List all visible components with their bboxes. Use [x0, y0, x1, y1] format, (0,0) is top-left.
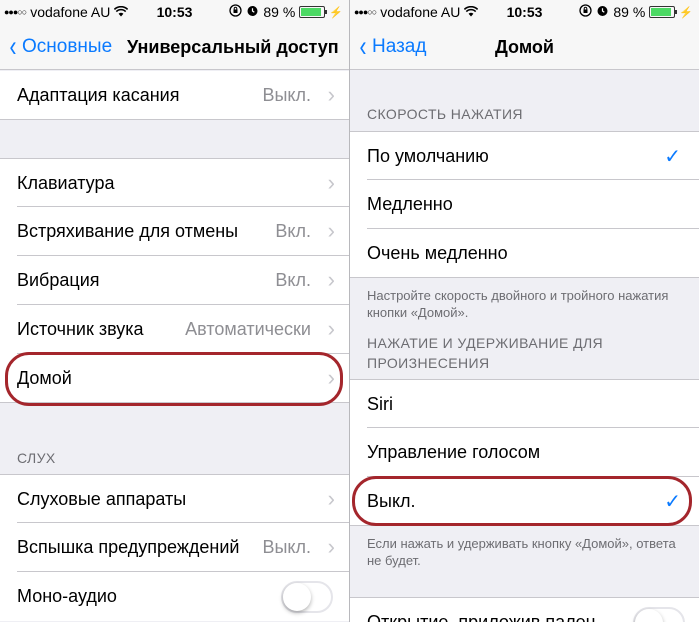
row-value: Вкл. [275, 221, 311, 241]
row-keyboard[interactable]: Клавиатура › [0, 158, 349, 207]
row-label: Открытие, приложив палец [367, 611, 596, 622]
option-label: Siri [367, 393, 393, 414]
row-value: Вкл. [275, 270, 311, 290]
row-mono-audio: Моно-аудио [0, 572, 349, 621]
row-label: Слуховые аппараты [17, 488, 187, 509]
chevron-right-icon: › [327, 82, 335, 107]
back-label: Основные [22, 36, 113, 57]
row-value: Выкл. [262, 537, 311, 557]
option-slow[interactable]: Медленно [350, 180, 699, 229]
row-value: Автоматически [185, 319, 311, 339]
option-label: Управление голосом [367, 442, 541, 462]
chevron-right-icon: › [327, 534, 335, 559]
chevron-left-icon: ‹ [9, 30, 17, 63]
chevron-right-icon: › [327, 218, 335, 243]
back-button[interactable]: ‹ Основные [8, 30, 113, 63]
row-label: Источник звука [17, 319, 144, 339]
option-default-speed[interactable]: По умолчанию ✓ [350, 131, 699, 180]
row-audio-source[interactable]: Источник звука Автоматически › [0, 305, 349, 354]
alarm-icon [246, 4, 259, 20]
option-label: Очень медленно [367, 242, 508, 263]
orientation-lock-icon [229, 4, 243, 20]
chevron-right-icon: › [327, 365, 335, 390]
row-home[interactable]: Домой › [0, 354, 349, 403]
option-slowest[interactable]: Очень медленно [350, 229, 699, 278]
row-touch-accommodations[interactable]: Адаптация касания Выкл. › [0, 71, 349, 120]
option-label: Выкл. [367, 490, 416, 511]
rest-finger-toggle[interactable] [633, 607, 685, 622]
charging-icon: ⚡ [329, 6, 343, 19]
nav-bar: ‹ Основные Универсальный доступ [0, 24, 349, 70]
chevron-right-icon: › [327, 170, 335, 195]
row-rest-finger: Открытие, приложив палец [350, 597, 699, 622]
option-label: Медленно [367, 194, 453, 214]
battery-icon [299, 6, 328, 18]
status-bar: ●●●○○ vodafone AU 10:53 89 % ⚡ [350, 0, 699, 24]
click-speed-footer: Настройте скорость двойного и тройного н… [367, 288, 669, 320]
row-label: Вибрация [17, 270, 100, 290]
page-title: Домой [495, 37, 554, 57]
checkmark-icon: ✓ [664, 146, 681, 168]
toggle-knob [283, 583, 311, 611]
battery-percent: 89 % [613, 4, 646, 20]
row-hearing-aids[interactable]: Слуховые аппараты › [0, 474, 349, 523]
option-off[interactable]: Выкл. ✓ [350, 477, 699, 526]
toggle-knob [635, 609, 663, 622]
charging-icon: ⚡ [679, 6, 693, 19]
row-label: Встряхивание для отмены [17, 221, 239, 241]
row-label: Клавиатура [17, 172, 115, 193]
page-title: Универсальный доступ [127, 37, 339, 57]
orientation-lock-icon [579, 4, 593, 20]
chevron-right-icon: › [327, 316, 335, 341]
row-led-flash[interactable]: Вспышка предупреждений Выкл. › [0, 523, 349, 572]
chevron-right-icon: › [327, 486, 335, 511]
accessibility-screen: ●●●○○ vodafone AU 10:53 89 % ⚡ ‹ Основны… [0, 0, 349, 622]
press-hold-footer: Если нажать и удерживать кнопку «Домой»,… [367, 536, 676, 568]
battery-percent: 89 % [263, 4, 296, 20]
home-button-screen: ●●●○○ vodafone AU 10:53 89 % ⚡ ‹ Назад Д… [350, 0, 699, 622]
section-header-hearing: СЛУХ [17, 450, 56, 466]
alarm-icon [596, 4, 609, 20]
section-header-press-hold: НАЖАТИЕ И УДЕРЖИВАНИЕ ДЛЯ ПРОИЗНЕСЕНИЯ [367, 335, 604, 371]
section-header-click-speed: СКОРОСТЬ НАЖАТИЯ [367, 106, 523, 122]
row-label: Моно-аудио [17, 586, 117, 606]
nav-bar: ‹ Назад Домой [350, 24, 699, 70]
battery-icon [649, 6, 678, 18]
checkmark-icon: ✓ [664, 491, 681, 513]
row-label: Домой [17, 367, 72, 388]
mono-audio-toggle[interactable] [281, 581, 333, 613]
status-bar: ●●●○○ vodafone AU 10:53 89 % ⚡ [0, 0, 349, 24]
row-value: Выкл. [262, 84, 311, 105]
row-label: Вспышка предупреждений [17, 537, 240, 557]
row-vibration[interactable]: Вибрация Вкл. › [0, 256, 349, 305]
row-label: Адаптация касания [17, 84, 180, 105]
chevron-right-icon: › [327, 267, 335, 292]
option-label: По умолчанию [367, 145, 489, 166]
row-shake-to-undo[interactable]: Встряхивание для отмены Вкл. › [0, 207, 349, 256]
option-siri[interactable]: Siri [350, 379, 699, 428]
option-voice-control[interactable]: Управление голосом [350, 428, 699, 477]
